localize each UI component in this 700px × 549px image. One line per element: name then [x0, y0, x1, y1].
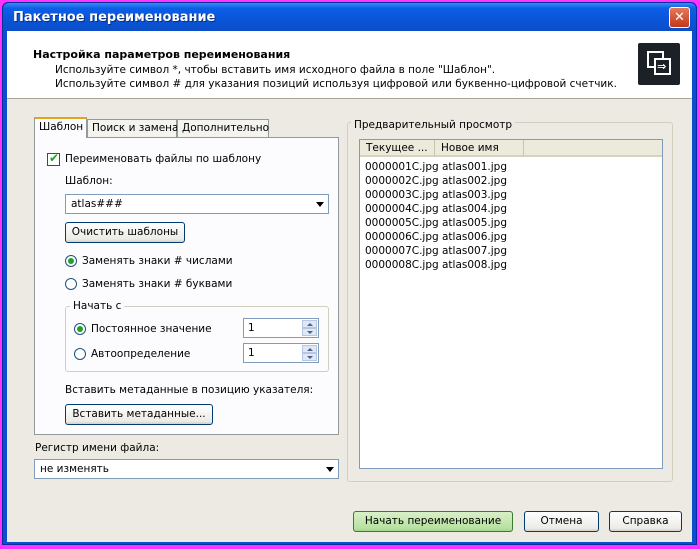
template-input[interactable]: atlas###	[71, 198, 123, 210]
title-bar[interactable]: Пакетное переименование ✕	[3, 3, 696, 31]
dialog-body: Настройка параметров переименования Испо…	[7, 31, 692, 542]
clear-templates-button[interactable]: Очистить шаблоны	[65, 222, 185, 243]
spin-up-icon[interactable]	[302, 320, 317, 328]
start-constant-label: Постоянное значение	[91, 323, 212, 335]
spin-up-icon[interactable]	[302, 345, 317, 353]
template-label: Шаблон:	[65, 175, 113, 187]
new-name-cell: atlas005.jpg	[442, 217, 507, 229]
replace-with-letters-radio[interactable]	[65, 278, 77, 290]
new-name-cell: atlas004.jpg	[442, 203, 507, 215]
rename-by-template-label: Переименовать файлы по шаблону	[65, 153, 262, 165]
insert-metadata-button[interactable]: Вставить метаданные...	[65, 404, 213, 425]
replace-with-numbers-radio[interactable]	[65, 255, 77, 267]
tab-search-replace[interactable]: Поиск и замена	[87, 119, 178, 137]
start-auto-label: Автоопределение	[91, 348, 191, 360]
batch-rename-icon: ⇒	[638, 43, 680, 85]
start-auto-value[interactable]: 1	[248, 347, 255, 359]
dialog-header: Настройка параметров переименования Испо…	[7, 31, 692, 99]
replace-with-numbers-label: Заменять знаки # числами	[82, 255, 233, 267]
close-button[interactable]: ✕	[669, 7, 690, 28]
header-hint-2: Используйте символ # для указания позици…	[55, 78, 617, 90]
current-name-cell: 0000006C.jpg	[365, 231, 439, 243]
preview-list-header: Текущее ... Новое имя	[360, 140, 662, 157]
checkmark-icon: ✔	[49, 151, 60, 165]
current-name-cell: 0000002C.jpg	[365, 175, 439, 187]
new-name-cell: atlas002.jpg	[442, 175, 507, 187]
current-name-cell: 0000005C.jpg	[365, 217, 439, 229]
chevron-down-icon[interactable]	[326, 467, 334, 472]
new-name-cell: atlas007.jpg	[442, 245, 507, 257]
header-title: Настройка параметров переименования	[33, 48, 291, 61]
start-auto-stepper[interactable]: 1	[243, 343, 319, 363]
current-name-cell: 0000008C.jpg	[365, 259, 439, 271]
header-hint-1: Используйте символ *, чтобы вставить имя…	[55, 64, 496, 76]
template-combo[interactable]: atlas###	[65, 194, 329, 214]
spin-down-icon[interactable]	[302, 353, 317, 361]
template-tab-panel: ✔ Переименовать файлы по шаблону Шаблон:…	[34, 137, 339, 435]
column-new-name[interactable]: Новое имя	[435, 140, 524, 156]
current-name-cell: 0000007C.jpg	[365, 245, 439, 257]
cancel-button[interactable]: Отмена	[524, 511, 599, 532]
current-name-cell: 0000001C.jpg	[365, 161, 439, 173]
start-constant-radio[interactable]	[74, 323, 86, 335]
filename-case-label: Регистр имени файла:	[35, 442, 160, 454]
start-constant-stepper[interactable]: 1	[243, 318, 319, 338]
new-name-cell: atlas006.jpg	[442, 231, 507, 243]
new-name-cell: atlas003.jpg	[442, 189, 507, 201]
spin-down-icon[interactable]	[302, 328, 317, 336]
tab-template[interactable]: Шаблон	[34, 117, 87, 138]
new-name-cell: atlas008.jpg	[442, 259, 507, 271]
new-name-cell: atlas001.jpg	[442, 161, 507, 173]
preview-list[interactable]: Текущее ... Новое имя 0000001C.jpg atlas…	[359, 139, 663, 469]
start-rename-button[interactable]: Начать переименование	[353, 511, 513, 532]
column-current-name[interactable]: Текущее ...	[360, 140, 435, 156]
replace-with-letters-label: Заменять знаки # буквами	[82, 278, 233, 290]
filename-case-select[interactable]: не изменять	[34, 459, 339, 479]
help-button[interactable]: Справка	[609, 511, 682, 532]
batch-rename-dialog: Пакетное переименование ✕ Настройка пара…	[2, 2, 697, 545]
insert-metadata-label: Вставить метаданные в позицию указателя:	[65, 384, 314, 396]
rename-by-template-checkbox[interactable]: ✔	[47, 151, 60, 166]
preview-label: Предварительный просмотр	[351, 119, 516, 131]
start-auto-radio[interactable]	[74, 348, 86, 360]
filename-case-value: не изменять	[40, 463, 109, 475]
chevron-down-icon[interactable]	[316, 202, 324, 207]
start-from-label: Начать с	[70, 300, 125, 312]
window-title: Пакетное переименование	[13, 10, 216, 25]
start-constant-value[interactable]: 1	[248, 322, 255, 334]
tab-advanced[interactable]: Дополнительно	[177, 119, 269, 137]
current-name-cell: 0000003C.jpg	[365, 189, 439, 201]
current-name-cell: 0000004C.jpg	[365, 203, 439, 215]
